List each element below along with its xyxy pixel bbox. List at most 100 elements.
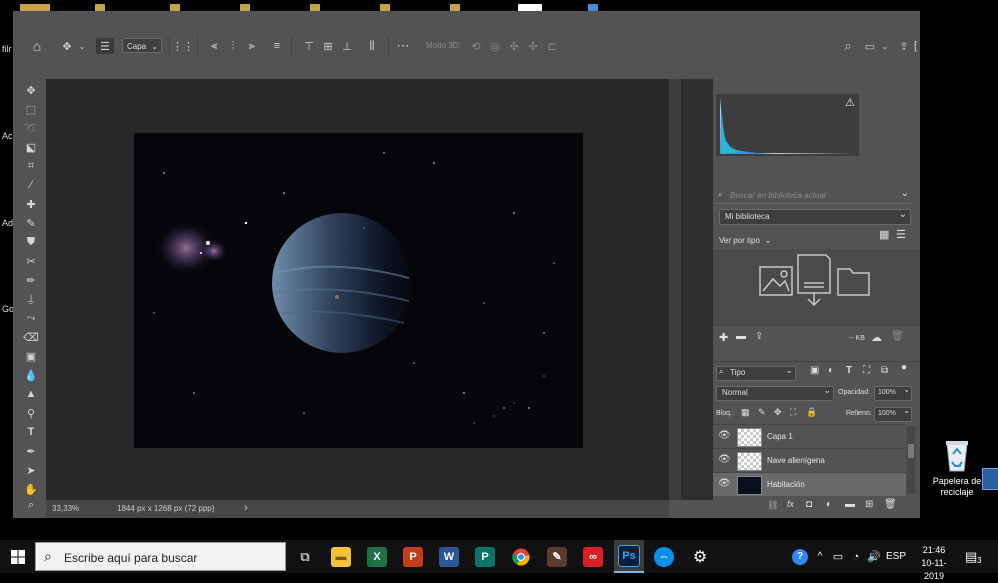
distribute-vertical-icon[interactable]: ⫼ xyxy=(363,38,381,54)
blur-tool-icon[interactable]: 💧 xyxy=(22,367,40,383)
layer-row[interactable]: 👁 Nave alienígena xyxy=(713,448,906,472)
auto-select-dropdown[interactable]: Capa ⌄ xyxy=(122,38,162,53)
align-hcenter-icon[interactable]: ⫶ xyxy=(224,38,242,54)
file-explorer-button[interactable]: ▬ xyxy=(329,540,353,573)
add-icon[interactable]: ✚ xyxy=(719,331,728,344)
pen-tool-icon[interactable]: ✒ xyxy=(22,443,40,459)
align-vcenter-icon[interactable]: ⊞ xyxy=(319,38,337,54)
canvas-area[interactable] xyxy=(46,79,669,500)
network-icon[interactable]: ◔ xyxy=(848,540,864,573)
distribute-horizontal-icon[interactable]: ≡ xyxy=(268,38,286,54)
align-left-icon[interactable]: ⫷ xyxy=(205,38,223,54)
library-dropdown[interactable]: Mi biblioteca ⌄ xyxy=(719,209,911,225)
more-options-icon[interactable]: ⋯ xyxy=(394,38,412,54)
chevron-down-icon[interactable]: ⌄ xyxy=(876,38,894,54)
layers-scrollbar[interactable] xyxy=(907,426,915,494)
warning-icon[interactable]: ⚠ xyxy=(845,96,855,109)
photoshop-button-active[interactable]: Ps xyxy=(614,540,644,573)
library-search[interactable]: ⌕ Buscar en biblioteca actual ⌄ xyxy=(716,187,911,204)
slide-3d-icon[interactable]: ✢ xyxy=(524,38,542,54)
filter-type-icon[interactable]: T xyxy=(846,365,852,376)
filter-adjustment-icon[interactable]: ◐ xyxy=(828,365,834,376)
align-bottom-icon[interactable]: ⊥ xyxy=(338,38,356,54)
pencil-tool-icon[interactable]: ✏ xyxy=(22,272,40,288)
canvas-vertical-scrollbar[interactable] xyxy=(669,79,681,500)
stamp-tool-icon[interactable]: ⍊ xyxy=(22,291,40,307)
document-image[interactable] xyxy=(134,133,583,448)
object-selection-tool-icon[interactable]: ⬕ xyxy=(22,139,40,155)
fx-icon[interactable]: fx xyxy=(787,499,794,509)
hand-tool-icon[interactable]: ✋ xyxy=(22,481,40,497)
list-view-icon[interactable]: ☰ xyxy=(896,228,906,241)
zoom-level[interactable]: 33,33% xyxy=(52,504,79,513)
filter-shape-icon[interactable]: ⛶ xyxy=(863,365,870,376)
task-view-icon[interactable]: ⧉ xyxy=(294,540,316,573)
roll-3d-icon[interactable]: ◎ xyxy=(486,38,504,54)
eyedropper-tool-icon[interactable]: ⁄ xyxy=(22,177,40,193)
lock-position-icon[interactable]: ✥ xyxy=(774,407,782,418)
help-button[interactable]: ? xyxy=(790,540,810,573)
adjustment-layer-icon[interactable]: ◐ xyxy=(826,499,832,510)
lock-transparent-icon[interactable]: ▦ xyxy=(741,407,750,418)
publisher-button[interactable]: P xyxy=(473,540,497,573)
align-right-icon[interactable]: ⫸ xyxy=(243,38,261,54)
notification-center[interactable]: ▤ 3 xyxy=(965,548,985,566)
transform-controls-icon[interactable]: ⋮⋮ xyxy=(172,38,194,54)
layers-scrollbar-thumb[interactable] xyxy=(908,444,914,458)
filter-pixel-icon[interactable]: ▣ xyxy=(810,365,819,376)
teamviewer-button[interactable]: ⇔ xyxy=(652,540,676,573)
grid-view-icon[interactable]: ▦ xyxy=(879,228,889,241)
move-tool-icon[interactable]: ✥ xyxy=(22,82,40,98)
fill-field[interactable]: 100% ⌄ xyxy=(874,406,912,422)
auto-select-layers-icon[interactable]: ☰ xyxy=(96,38,114,54)
lock-all-icon[interactable]: 🔒 xyxy=(806,407,817,418)
status-menu-arrow[interactable]: › xyxy=(244,502,248,514)
clock[interactable]: 21:46 10-11-2019 xyxy=(912,544,956,581)
scissors-tool-icon[interactable]: ✂ xyxy=(22,253,40,269)
opacity-field[interactable]: 100% ⌄ xyxy=(874,385,912,401)
visibility-eye-icon[interactable]: 👁 xyxy=(718,430,731,442)
home-icon[interactable]: ⌂ xyxy=(28,38,46,54)
visibility-eye-icon[interactable]: 👁 xyxy=(718,478,731,490)
lock-image-icon[interactable]: ✎ xyxy=(758,407,766,418)
app-button[interactable]: ✎ xyxy=(545,540,569,573)
chevron-down-icon[interactable]: ⌄ xyxy=(73,38,91,54)
new-layer-icon[interactable]: ⊞ xyxy=(865,499,873,510)
excel-button[interactable]: X xyxy=(365,540,389,573)
taskbar-search-box[interactable]: ⌕ Escribe aquí para buscar xyxy=(35,542,286,571)
word-button[interactable]: W xyxy=(437,540,461,573)
link-layers-icon[interactable]: ⛓ xyxy=(767,500,778,511)
brush-tool-icon[interactable]: ✎ xyxy=(22,215,40,231)
clone-stamp-tool-icon[interactable]: ⛊ xyxy=(22,234,40,250)
lasso-tool-icon[interactable]: ➰ xyxy=(22,120,40,136)
lock-artboard-icon[interactable]: ⛶ xyxy=(790,407,796,418)
gradient-tool-icon[interactable]: ▣ xyxy=(22,348,40,364)
eraser-tool-icon[interactable]: ⌫ xyxy=(22,329,40,345)
chrome-button[interactable] xyxy=(509,540,533,573)
group-folder-icon[interactable]: ▬ xyxy=(845,499,855,510)
scale-3d-icon[interactable]: ⊏ xyxy=(543,38,561,54)
chevron-up-icon[interactable]: ^ xyxy=(813,540,827,573)
history-brush-tool-icon[interactable]: ⤳ xyxy=(22,310,40,326)
orbit-3d-icon[interactable]: ⟲ xyxy=(467,38,485,54)
layer-filter-dropdown[interactable]: ⌕ Tipo ⌄ xyxy=(716,365,796,381)
filter-toggle-icon[interactable]: ● xyxy=(901,362,907,373)
crop-tool-icon[interactable]: ⌗ xyxy=(22,158,40,174)
chevron-down-icon[interactable]: ⌄ xyxy=(901,188,909,199)
filter-smart-object-icon[interactable]: ⧉ xyxy=(881,365,888,376)
battery-icon[interactable]: ▭ xyxy=(830,540,846,573)
align-top-icon[interactable]: ⊤ xyxy=(300,38,318,54)
view-by-type-dropdown[interactable]: Ver por tipo ⌄ xyxy=(719,230,772,245)
dodge-tool-icon[interactable]: ⚲ xyxy=(22,405,40,421)
creative-cloud-button[interactable]: ∞ xyxy=(581,540,605,573)
cloud-icon[interactable]: ☁ xyxy=(871,331,882,344)
add-mask-icon[interactable]: ◘ xyxy=(806,499,812,510)
marquee-tool-icon[interactable]: ⬚ xyxy=(22,101,40,117)
desktop-widget-partial[interactable] xyxy=(982,468,998,490)
spot-healing-tool-icon[interactable]: ✚ xyxy=(22,196,40,212)
visibility-eye-icon[interactable]: 👁 xyxy=(718,454,731,466)
zoom-tool-icon[interactable]: ⌕ xyxy=(22,500,40,510)
type-tool-icon[interactable]: T xyxy=(22,424,40,440)
volume-icon[interactable]: 🔊 xyxy=(866,540,882,573)
folder-icon[interactable]: ▬ xyxy=(736,331,746,342)
